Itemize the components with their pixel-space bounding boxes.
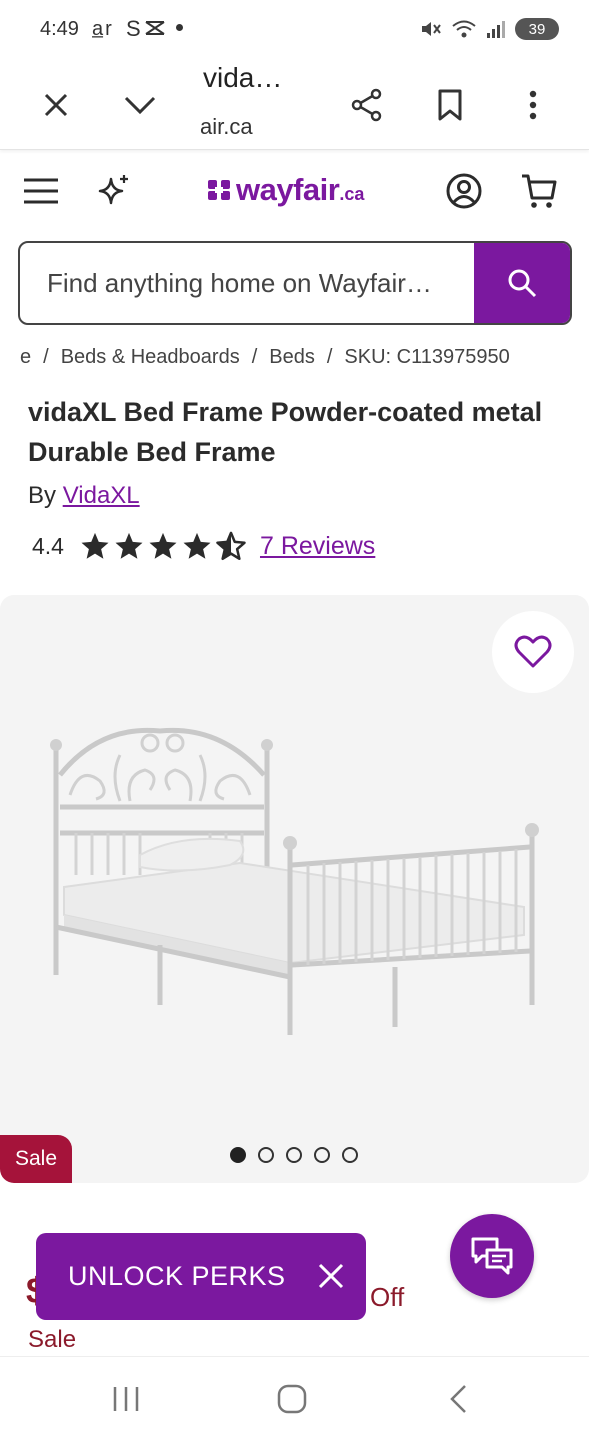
- logo-word: wayfair: [236, 172, 340, 207]
- star-full-icon: [149, 532, 177, 559]
- cart-button[interactable]: [516, 168, 562, 214]
- hamburger-icon: [24, 178, 58, 204]
- notification-dot-icon: [176, 24, 183, 31]
- share-button[interactable]: [342, 80, 392, 130]
- bookmark-icon: [438, 89, 462, 121]
- breadcrumb-item[interactable]: Beds & Headboards: [61, 346, 240, 369]
- recent-apps-icon: [113, 1387, 139, 1411]
- bed-frame-image: [50, 727, 539, 1035]
- brand-link[interactable]: VidaXL: [63, 482, 140, 509]
- menu-button[interactable]: [18, 168, 64, 214]
- breadcrumb-sku: SKU: C113975950: [344, 346, 510, 368]
- svg-text:a̲r: a̲r: [92, 18, 114, 40]
- battery-icon: 39: [515, 18, 559, 40]
- byline: By VidaXL: [28, 482, 140, 510]
- carousel-dot[interactable]: [342, 1147, 358, 1163]
- logo-tld: .ca: [339, 184, 365, 204]
- star-full-icon: [183, 532, 211, 559]
- bookmark-button[interactable]: [425, 80, 475, 130]
- breadcrumb-separator: /: [326, 346, 333, 368]
- carousel-dots: [230, 1147, 358, 1163]
- close-icon: [44, 93, 68, 117]
- wayfair-logo-mark-icon: [208, 180, 230, 200]
- ai-assistant-button[interactable]: [91, 168, 137, 214]
- browser-toolbar: vida… air.ca: [0, 62, 589, 150]
- more-vertical-icon: [529, 90, 537, 120]
- breadcrumb-item[interactable]: e: [20, 346, 31, 369]
- recent-apps-button[interactable]: [96, 1377, 156, 1421]
- status-right: 39: [419, 18, 559, 40]
- search-input[interactable]: [20, 243, 476, 323]
- breadcrumb-item[interactable]: Beds: [269, 346, 315, 369]
- breadcrumb: e / Beds & Headboards / Beds / SKU: C113…: [20, 346, 510, 369]
- wifi-icon: [452, 20, 476, 38]
- home-button[interactable]: [262, 1377, 322, 1421]
- notification-icons-graphic: a̲r S: [91, 16, 165, 41]
- heart-icon: [514, 635, 552, 668]
- status-time: 4:49: [40, 18, 79, 40]
- back-button[interactable]: [428, 1377, 488, 1421]
- battery-level: 39: [528, 20, 546, 38]
- carousel-dot-active[interactable]: [230, 1147, 246, 1163]
- system-nav-bar: [0, 1356, 589, 1440]
- search-bar: [18, 241, 572, 325]
- carousel-dot[interactable]: [258, 1147, 274, 1163]
- rating-row: 4.4 7 Reviews: [32, 528, 375, 564]
- cart-icon: [522, 174, 557, 208]
- notification-icons: a̲r S: [91, 16, 172, 46]
- chevron-down-icon: [124, 96, 156, 115]
- unlock-perks-label: UNLOCK PERKS: [68, 1261, 286, 1291]
- home-icon: [277, 1384, 307, 1414]
- product-title: vidaXL Bed Frame Powder-coated metal Dur…: [28, 397, 543, 467]
- page-title-text: vida…: [203, 62, 283, 93]
- star-full-icon: [81, 532, 109, 559]
- minimize-button[interactable]: [115, 80, 165, 130]
- more-options-button[interactable]: [508, 80, 558, 130]
- carousel-dot[interactable]: [286, 1147, 302, 1163]
- search-button[interactable]: [474, 243, 570, 323]
- account-icon: [446, 173, 482, 209]
- chat-button[interactable]: [450, 1214, 534, 1298]
- back-icon: [450, 1385, 466, 1413]
- page-title: vida…: [203, 62, 282, 94]
- account-button[interactable]: [441, 168, 487, 214]
- sale-label: Sale: [28, 1326, 77, 1353]
- close-tab-button[interactable]: [31, 80, 81, 130]
- by-label: By: [28, 482, 57, 509]
- discount-text: Off: [370, 1282, 405, 1312]
- mute-icon: [422, 22, 441, 36]
- close-icon: [318, 1263, 344, 1289]
- star-full-icon: [115, 532, 143, 559]
- site-header: wayfair .ca: [0, 150, 589, 232]
- unlock-perks-button[interactable]: UNLOCK PERKS: [36, 1233, 366, 1320]
- sale-badge: Sale: [0, 1135, 72, 1183]
- star-rating: [80, 531, 246, 561]
- breadcrumb-separator: /: [251, 346, 258, 368]
- chat-icon: [471, 1237, 513, 1275]
- star-half-icon: [216, 531, 246, 560]
- carousel-dot[interactable]: [314, 1147, 330, 1163]
- wayfair-logo[interactable]: wayfair .ca: [206, 172, 364, 208]
- sparkle-icon: [98, 175, 128, 205]
- svg-text:S: S: [126, 16, 143, 40]
- signal-icon: [487, 21, 505, 38]
- wishlist-button[interactable]: [492, 611, 574, 693]
- reviews-link[interactable]: 7 Reviews: [260, 532, 375, 561]
- search-icon: [508, 269, 537, 298]
- page-url[interactable]: air.ca: [200, 114, 253, 140]
- rating-value: 4.4: [32, 532, 64, 559]
- status-bar: 4:49 a̲r S 39: [0, 0, 589, 62]
- url-text: air.ca: [200, 114, 253, 139]
- breadcrumb-separator: /: [43, 346, 49, 368]
- share-icon: [351, 88, 382, 122]
- product-image-gallery[interactable]: Sale: [0, 595, 589, 1183]
- unlock-perks-close-button[interactable]: [314, 1259, 348, 1293]
